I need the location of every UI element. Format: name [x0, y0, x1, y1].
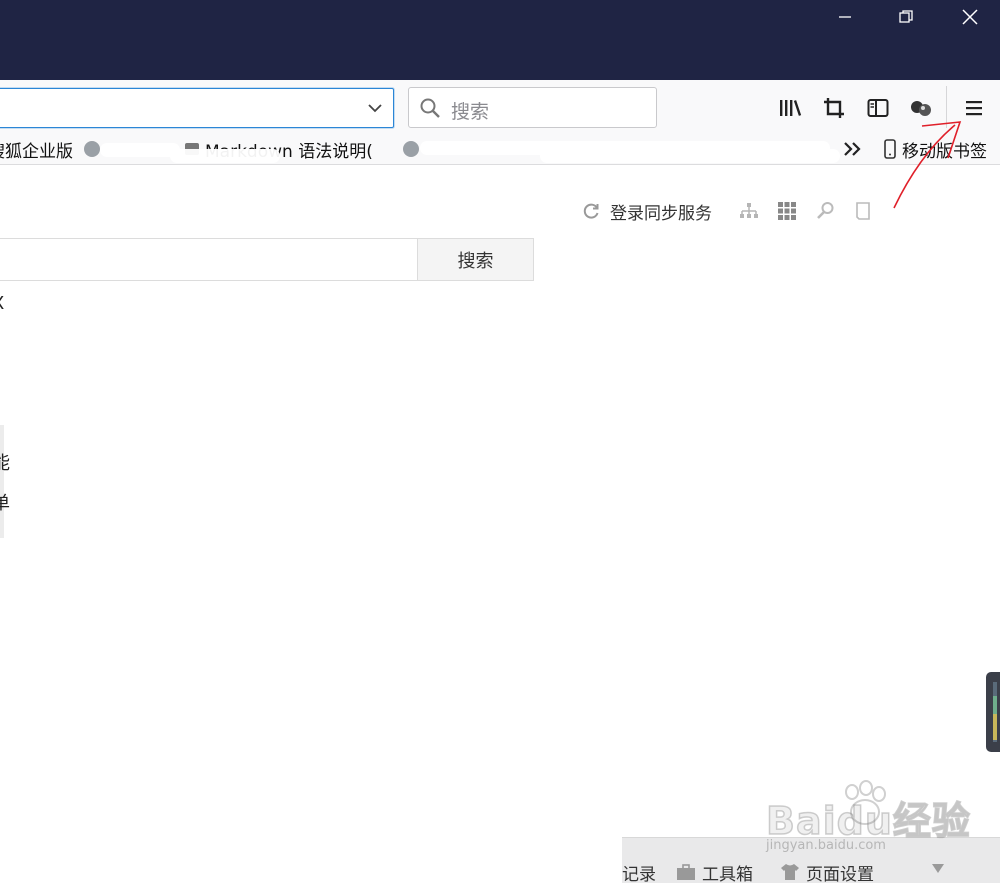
screenshot-button[interactable] — [820, 94, 848, 122]
toolbox-label: 工具箱 — [702, 864, 753, 883]
side-panel-edge — [0, 425, 4, 538]
sitemap-icon — [740, 203, 758, 218]
minimize-icon — [839, 16, 851, 18]
page-search-button[interactable]: 搜索 — [417, 238, 534, 281]
bookmark-label: 搜狐企业版 — [0, 141, 73, 162]
library-icon — [780, 100, 802, 116]
url-bar[interactable] — [0, 88, 394, 128]
menu-button[interactable] — [960, 94, 988, 122]
grid-icon — [778, 202, 796, 220]
extension-icon — [911, 101, 931, 116]
sitemap-button[interactable] — [738, 200, 760, 222]
restore-icon — [899, 10, 913, 23]
bookmark-page-icon — [856, 202, 870, 220]
watermark-text: Baidu经验 — [765, 798, 971, 844]
mobile-phone-icon — [884, 139, 896, 159]
bookmarks-overflow-button[interactable] — [842, 137, 864, 161]
chevron-down-icon[interactable] — [365, 98, 385, 118]
search-placeholder: 搜索 — [451, 101, 490, 123]
library-button[interactable] — [776, 94, 804, 122]
sync-login-link[interactable]: 登录同步服务 — [581, 199, 712, 224]
side-text-fragment: 能 — [0, 453, 10, 474]
toolbar-separator — [946, 86, 947, 128]
window-titlebar — [0, 0, 1000, 80]
navigation-toolbar: 搜索 — [0, 80, 1000, 135]
page-bookmark-button[interactable] — [852, 200, 874, 222]
globe-icon — [84, 141, 100, 157]
watermark-subtext: jingyan.baidu.com — [766, 838, 886, 853]
close-icon — [962, 9, 978, 25]
bookmark-item[interactable]: 搜狐企业版 — [0, 137, 73, 162]
level-meter-icon — [993, 682, 997, 742]
close-button[interactable] — [940, 0, 1000, 34]
key-button[interactable] — [814, 200, 836, 222]
page-search-input[interactable] — [0, 238, 418, 281]
side-text-fragment: 单 — [0, 493, 10, 514]
side-text-fragment: X — [0, 293, 4, 314]
bookmark-item[interactable] — [84, 137, 100, 161]
dropdown-arrow-icon[interactable] — [932, 864, 944, 873]
toolbox-icon — [677, 864, 695, 880]
search-input[interactable]: 搜索 — [408, 87, 657, 128]
history-record-button[interactable]: 记录 — [622, 861, 656, 883]
sync-icon — [583, 203, 599, 219]
minimize-button[interactable] — [815, 0, 875, 34]
sidebar-button[interactable] — [864, 94, 892, 122]
history-record-label: 记录 — [622, 864, 656, 883]
screenshot-crop-icon — [824, 98, 844, 118]
chevron-double-right-icon — [844, 142, 861, 156]
redaction-smudge — [170, 149, 280, 163]
apps-grid-button[interactable] — [776, 200, 798, 222]
page-settings-label: 页面设置 — [806, 864, 874, 883]
sync-label: 登录同步服务 — [610, 203, 712, 224]
floating-widget-tab[interactable] — [986, 672, 1000, 752]
key-icon — [817, 202, 834, 219]
shirt-icon — [781, 864, 799, 880]
mobile-bookmarks-label: 移动版书签 — [902, 141, 987, 162]
redaction-smudge — [100, 143, 180, 157]
hamburger-menu-icon — [966, 101, 982, 116]
redaction-smudge — [540, 149, 840, 163]
bookmarks-toolbar: 搜狐企业版 Markdown 语法说明( 移动版书签 — [0, 135, 1000, 165]
search-icon — [420, 98, 440, 118]
sidebar-icon — [867, 99, 889, 117]
mobile-bookmarks-button[interactable]: 移动版书签 — [884, 137, 987, 162]
page-settings-button[interactable]: 页面设置 — [780, 861, 874, 883]
toolbox-button[interactable]: 工具箱 — [676, 861, 753, 883]
restore-button[interactable] — [876, 0, 936, 34]
globe-icon — [403, 141, 419, 157]
extension-button[interactable] — [907, 94, 935, 122]
